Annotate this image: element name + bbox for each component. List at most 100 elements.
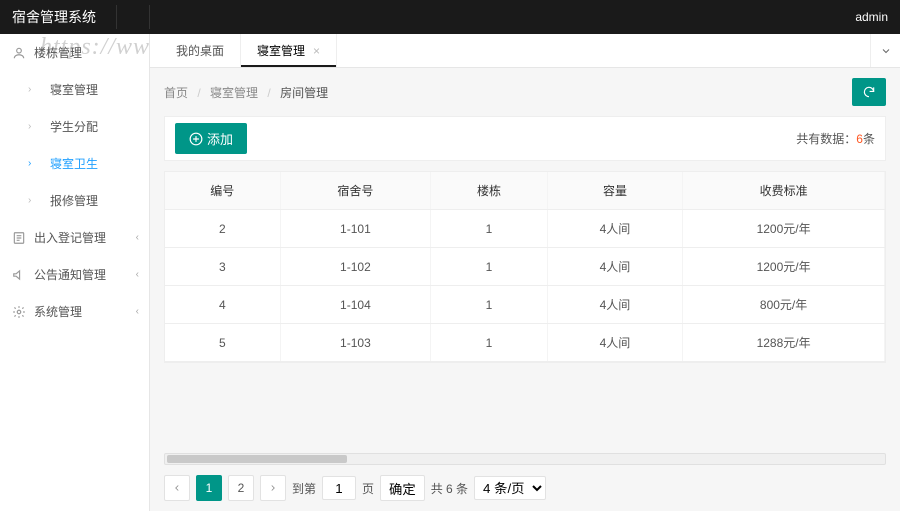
table-cell: 1 xyxy=(431,210,548,248)
sidebar-item-label: 出入登记管理 xyxy=(34,229,106,246)
table-cell: 2 xyxy=(165,210,280,248)
breadcrumb-row: 首页 / 寝室管理 / 房间管理 xyxy=(164,78,886,106)
gear-icon xyxy=(12,305,28,319)
tabs-bar: 我的桌面 寝室管理 × xyxy=(150,34,900,68)
chevron-right-icon: › xyxy=(28,121,44,132)
user-menu[interactable]: admin xyxy=(855,10,888,24)
tab-label: 寝室管理 xyxy=(257,42,305,59)
scrollbar-thumb[interactable] xyxy=(167,455,347,463)
refresh-button[interactable] xyxy=(852,78,886,106)
sidebar-item-label: 学生分配 xyxy=(50,118,98,135)
sidebar-item-system[interactable]: 系统管理 ‹ xyxy=(0,293,149,330)
add-button-label: 添加 xyxy=(207,129,233,148)
scrollbar-track xyxy=(164,453,886,465)
table-cell: 1 xyxy=(431,324,548,362)
tab-desktop[interactable]: 我的桌面 xyxy=(160,34,241,67)
breadcrumb-mid[interactable]: 寝室管理 xyxy=(210,86,258,100)
main-container: 楼栋管理 › 寝室管理 › 学生分配 › 寝室卫生 › 报修管理 出入登记管理 … xyxy=(0,34,900,511)
table-row[interactable]: 41-10414人间800元/年 xyxy=(165,286,885,324)
col-capacity: 容量 xyxy=(547,172,682,210)
sidebar-item-dorm[interactable]: › 寝室管理 xyxy=(0,71,149,108)
user-name: admin xyxy=(855,10,888,24)
add-button[interactable]: 添加 xyxy=(175,123,247,154)
table-cell: 1-102 xyxy=(280,248,431,286)
col-fee: 收费标准 xyxy=(683,172,885,210)
horizontal-scrollbar[interactable] xyxy=(164,443,886,465)
col-room: 宿舍号 xyxy=(280,172,431,210)
breadcrumb-home[interactable]: 首页 xyxy=(164,86,188,100)
table-cell: 1-104 xyxy=(280,286,431,324)
table-cell: 5 xyxy=(165,324,280,362)
toolbar: 添加 共有数据：6条 xyxy=(164,116,886,161)
page-2-button[interactable]: 2 xyxy=(228,475,254,501)
per-page-select[interactable]: 4 条/页 xyxy=(474,476,546,500)
sidebar-item-label: 寝室管理 xyxy=(50,81,98,98)
table-cell: 4人间 xyxy=(547,286,682,324)
count-suffix: 条 xyxy=(863,132,875,146)
top-header: 宿舍管理系统 admin xyxy=(0,0,900,34)
pagination: 1 2 到第 页 确定 共 6 条 4 条/页 xyxy=(164,475,886,501)
tabs-more-button[interactable] xyxy=(870,34,900,67)
total-count: 共 6 条 xyxy=(431,480,468,497)
app-brand: 宿舍管理系统 xyxy=(12,7,96,27)
record-count: 共有数据：6条 xyxy=(796,130,875,147)
table-cell: 4人间 xyxy=(547,324,682,362)
chevron-right-icon: › xyxy=(28,195,44,206)
sidebar-item-label: 报修管理 xyxy=(50,192,98,209)
sidebar-item-label: 楼栋管理 xyxy=(34,44,82,61)
table-cell: 1200元/年 xyxy=(683,210,885,248)
chevron-right-icon xyxy=(268,483,278,493)
prev-page-button[interactable] xyxy=(164,475,190,501)
sidebar-item-hygiene[interactable]: › 寝室卫生 xyxy=(0,145,149,182)
table-cell: 1-103 xyxy=(280,324,431,362)
close-icon[interactable]: × xyxy=(313,44,320,58)
table-cell: 1288元/年 xyxy=(683,324,885,362)
table-cell: 3 xyxy=(165,248,280,286)
plus-icon xyxy=(189,132,203,146)
goto-confirm-button[interactable]: 确定 xyxy=(380,475,425,501)
table-cell: 4 xyxy=(165,286,280,324)
table-cell: 1-101 xyxy=(280,210,431,248)
sidebar-item-notice[interactable]: 公告通知管理 ‹ xyxy=(0,256,149,293)
sidebar-item-building[interactable]: 楼栋管理 xyxy=(0,34,149,71)
table-cell: 4人间 xyxy=(547,210,682,248)
menu-toggle-button[interactable] xyxy=(116,5,150,29)
tab-dorm-manage[interactable]: 寝室管理 × xyxy=(241,34,337,67)
table-cell: 1200元/年 xyxy=(683,248,885,286)
table-row[interactable]: 21-10114人间1200元/年 xyxy=(165,210,885,248)
chevron-right-icon: › xyxy=(28,158,44,169)
col-building: 楼栋 xyxy=(431,172,548,210)
breadcrumb-current: 房间管理 xyxy=(280,86,328,100)
table-cell: 1 xyxy=(431,286,548,324)
chevron-left-icon: ‹ xyxy=(136,269,139,280)
main-panel: 我的桌面 寝室管理 × 首页 / 寝室管理 / 房间管理 xyxy=(150,34,900,511)
count-prefix: 共有数据： xyxy=(796,132,856,146)
goto-page-input[interactable] xyxy=(322,476,356,500)
sidebar: 楼栋管理 › 寝室管理 › 学生分配 › 寝室卫生 › 报修管理 出入登记管理 … xyxy=(0,34,150,511)
sidebar-item-checkin[interactable]: 出入登记管理 ‹ xyxy=(0,219,149,256)
chevron-left-icon: ‹ xyxy=(136,306,139,317)
tab-label: 我的桌面 xyxy=(176,42,224,59)
table-cell: 4人间 xyxy=(547,248,682,286)
table-row[interactable]: 31-10214人间1200元/年 xyxy=(165,248,885,286)
sidebar-item-label: 寝室卫生 xyxy=(50,155,98,172)
chevron-right-icon: › xyxy=(28,84,44,95)
user-icon xyxy=(12,46,28,60)
next-page-button[interactable] xyxy=(260,475,286,501)
form-icon xyxy=(12,231,28,245)
content-area: 首页 / 寝室管理 / 房间管理 添加 共有数据：6条 xyxy=(150,68,900,511)
count-value: 6 xyxy=(856,132,863,146)
sidebar-item-label: 系统管理 xyxy=(34,303,82,320)
breadcrumb-sep: / xyxy=(267,86,270,100)
sidebar-item-repair[interactable]: › 报修管理 xyxy=(0,182,149,219)
page-1-button[interactable]: 1 xyxy=(196,475,222,501)
table-row[interactable]: 51-10314人间1288元/年 xyxy=(165,324,885,362)
table-cell: 1 xyxy=(431,248,548,286)
sidebar-item-label: 公告通知管理 xyxy=(34,266,106,283)
chevron-left-icon xyxy=(172,483,182,493)
chevron-down-icon xyxy=(880,45,892,57)
refresh-icon xyxy=(862,85,876,99)
data-table: 编号 宿舍号 楼栋 容量 收费标准 21-10114人间1200元/年31-10… xyxy=(164,171,886,363)
sidebar-item-assign[interactable]: › 学生分配 xyxy=(0,108,149,145)
breadcrumb: 首页 / 寝室管理 / 房间管理 xyxy=(164,84,328,101)
